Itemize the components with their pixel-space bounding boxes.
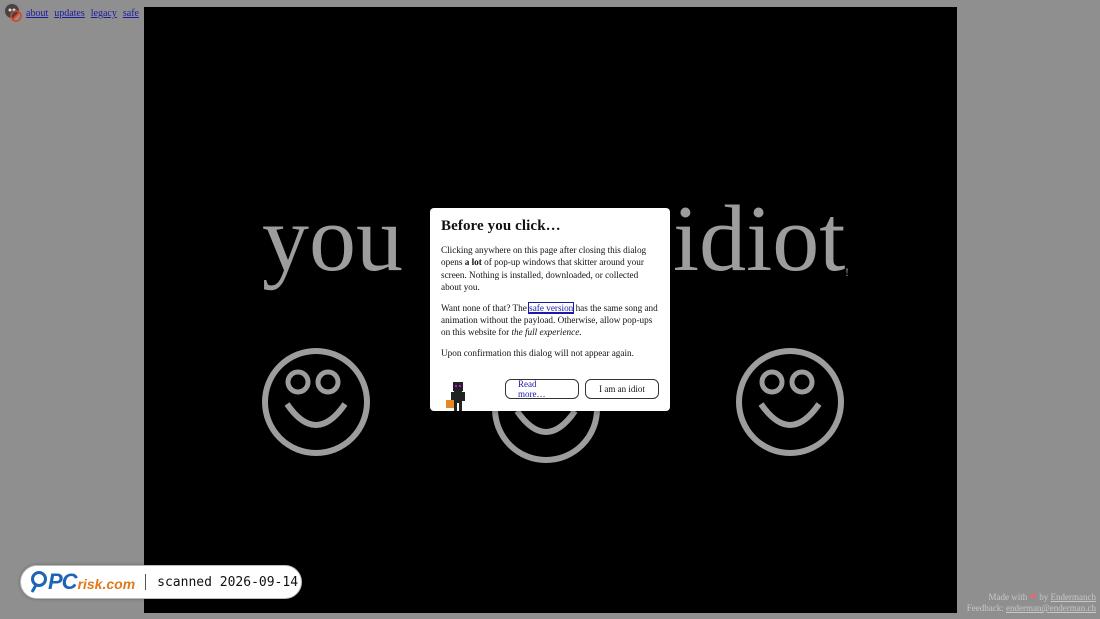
mascot-icon (446, 382, 465, 411)
dialog-paragraph-1: Clicking anywhere on this page after clo… (441, 244, 659, 294)
p2-text-c: . (579, 327, 582, 338)
big-word-idiot: idiot (673, 187, 846, 291)
badge-separator (145, 574, 147, 590)
made-with-text: Made with (988, 592, 1028, 602)
nav-link-updates[interactable]: updates (54, 8, 85, 19)
footer: Made with ❤ by Endermanch Feedback: ende… (967, 592, 1096, 614)
author-link[interactable]: Endermanch (1051, 592, 1096, 602)
scan-date-text: scanned 2026-09-14 (157, 574, 299, 590)
footer-credit-line: Made with ❤ by Endermanch (967, 592, 1096, 603)
smiley-face-icon-right (736, 348, 844, 456)
feedback-email-link[interactable]: enderman@enderman.ch (1006, 603, 1096, 613)
nav-link-about[interactable]: about (26, 8, 48, 19)
dialog-paragraph-2: Want none of that? The safe version has … (441, 301, 659, 339)
read-more-button[interactable]: Read more… (505, 379, 579, 399)
smiley-face-icon-left (262, 348, 370, 456)
top-nav: about updates legacy safe (4, 2, 141, 22)
by-text: by (1039, 592, 1049, 602)
nav-link-legacy[interactable]: legacy (91, 8, 117, 19)
feedback-label: Feedback: (966, 603, 1004, 613)
big-exclamation: ! (845, 265, 849, 279)
site-logo-icon (4, 2, 22, 22)
confirm-idiot-button[interactable]: I am an idiot (585, 379, 659, 399)
big-word-you: you (262, 187, 403, 291)
nav-link-safe[interactable]: safe (123, 8, 139, 19)
safe-version-link[interactable]: safe version (528, 301, 575, 314)
p1-bold: a lot (464, 257, 482, 268)
magnifier-icon (30, 571, 47, 593)
dialog-paragraph-3: Upon confirmation this dialog will not a… (441, 347, 634, 358)
dialog-title: Before you click… (441, 218, 561, 234)
heart-icon: ❤ (1029, 592, 1038, 602)
p2-italic: the full experience (511, 327, 580, 338)
p2-text-a: Want none of that? The (441, 302, 530, 313)
pcrisk-logo: PC risk.com (30, 569, 135, 595)
logo-risk-text: risk.com (77, 576, 136, 592)
footer-feedback-line: Feedback: enderman@enderman.ch (967, 603, 1096, 614)
warning-dialog: Before you click… Clicking anywhere on t… (430, 208, 670, 411)
logo-pc-text: PC (48, 569, 78, 594)
pcrisk-scan-badge: PC risk.com scanned 2026-09-14 (20, 565, 302, 599)
